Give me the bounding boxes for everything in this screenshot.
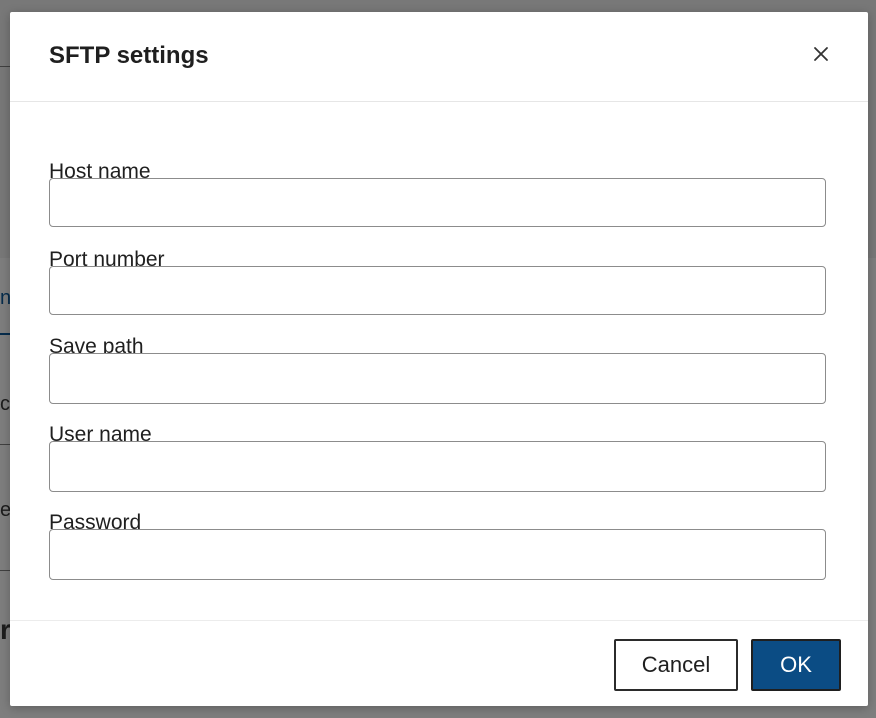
- dialog-header: SFTP settings: [10, 12, 868, 102]
- dialog-body: Host name Port number Save path User nam…: [10, 102, 868, 620]
- password-input[interactable]: [49, 529, 826, 580]
- cancel-button[interactable]: Cancel: [614, 639, 738, 691]
- close-button[interactable]: [808, 40, 836, 68]
- close-icon: [814, 47, 828, 61]
- dialog-footer: Cancel OK: [10, 620, 868, 707]
- ok-button[interactable]: OK: [751, 639, 841, 691]
- dialog-title: SFTP settings: [49, 42, 209, 69]
- sftp-settings-dialog: SFTP settings Host name Port number Save…: [10, 12, 868, 706]
- save-path-input[interactable]: [49, 353, 826, 404]
- host-name-input[interactable]: [49, 178, 826, 227]
- user-name-input[interactable]: [49, 441, 826, 492]
- port-number-input[interactable]: [49, 266, 826, 315]
